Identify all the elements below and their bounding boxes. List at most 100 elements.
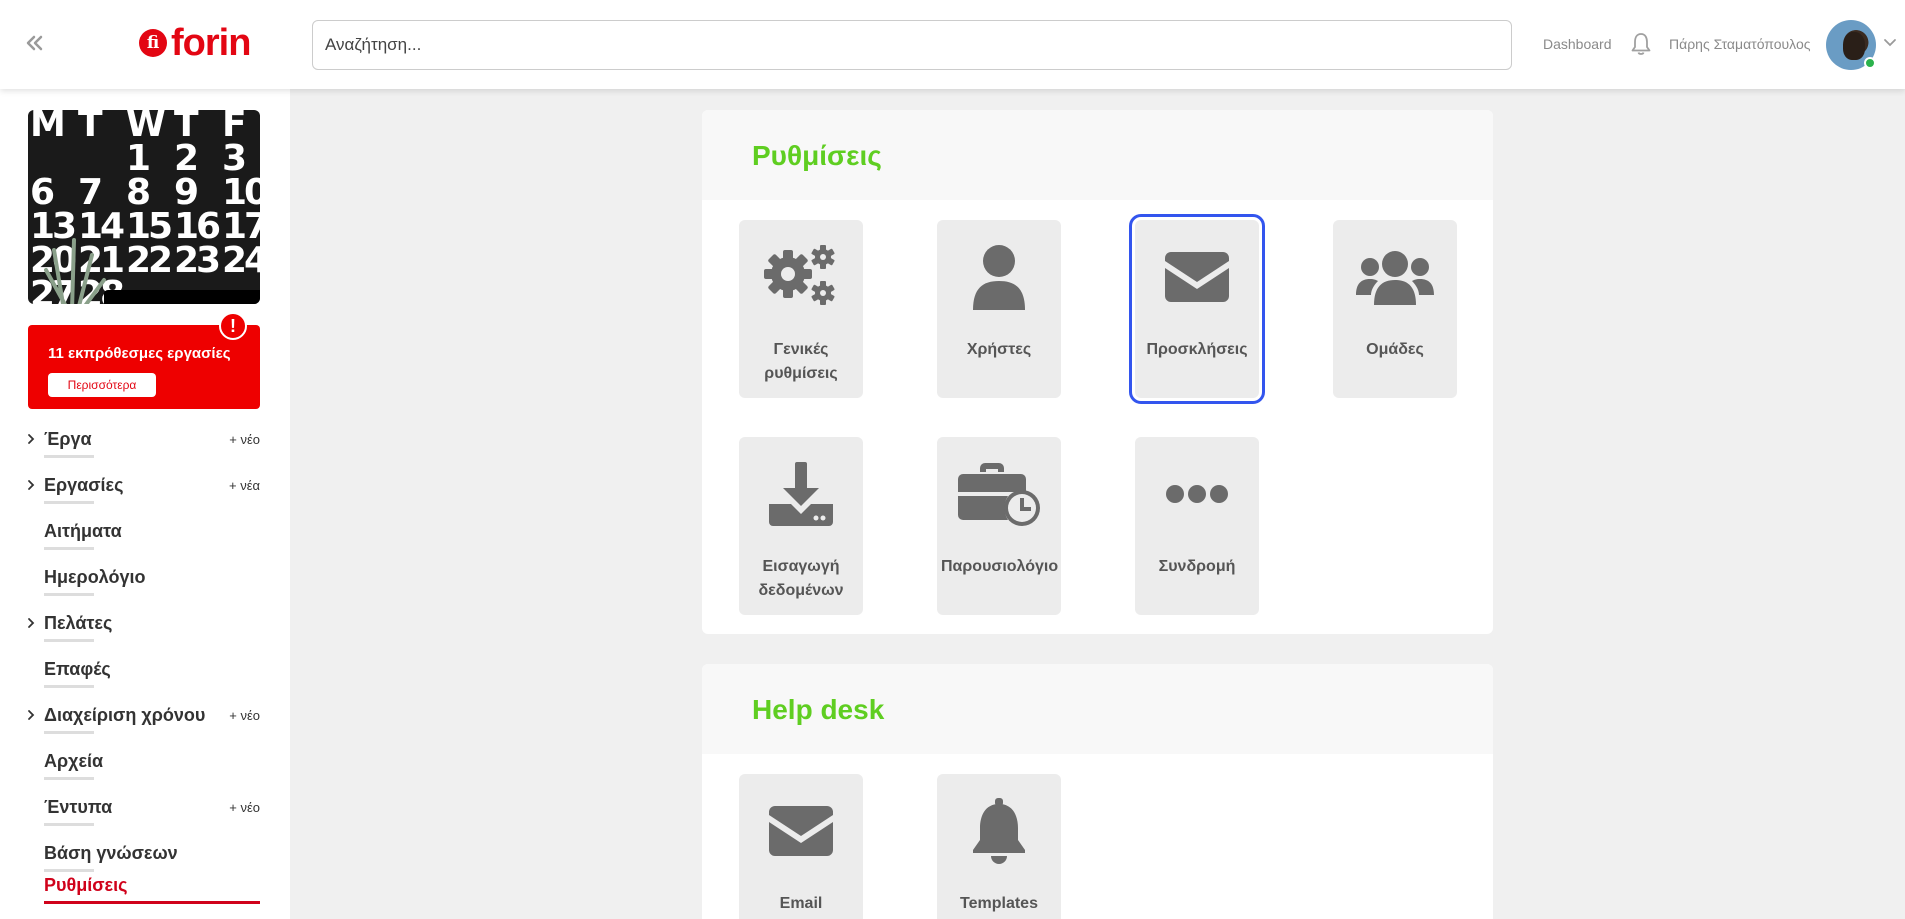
more-button[interactable]: Περισσότερα bbox=[48, 373, 156, 397]
calendar-date: 16 bbox=[174, 206, 221, 247]
sidebar-item[interactable]: Έντυπα + νέο bbox=[0, 793, 290, 831]
sidebar-item-label: Επαφές bbox=[44, 659, 111, 679]
sidebar-item-underline bbox=[44, 547, 94, 550]
briefcase-clock-icon bbox=[937, 459, 1061, 529]
settings-tile[interactable]: Εισαγωγή δεδομένων bbox=[739, 437, 863, 615]
user-icon bbox=[937, 242, 1061, 312]
sidebar-item-underline bbox=[44, 501, 94, 504]
settings-panel: Ρυθμίσεις Γενικές ρυθμίσεις Χρήστες Προσκλ… bbox=[702, 110, 1493, 634]
sidebar-item-label: Έργα bbox=[44, 429, 92, 449]
sidebar-item-label: Ημερολόγιο bbox=[44, 567, 146, 587]
sidebar-item-underline bbox=[44, 823, 94, 826]
chevron-right-icon[interactable] bbox=[26, 479, 36, 491]
add-new-link[interactable]: + νέο bbox=[229, 800, 260, 815]
bell-icon[interactable] bbox=[1629, 31, 1653, 57]
sidebar-item-label: Εργασίες bbox=[44, 475, 124, 495]
dashboard-link[interactable]: Dashboard bbox=[1543, 36, 1612, 52]
bell-icon bbox=[937, 796, 1061, 866]
envelope-icon bbox=[1135, 242, 1259, 312]
tile-label: Συνδρομή bbox=[1158, 558, 1236, 575]
sidebar-item-label: Βάση γνώσεων bbox=[44, 843, 178, 863]
calendar-date: 7 bbox=[78, 172, 103, 213]
tile-label: Γενικές ρυθμίσεις bbox=[764, 341, 838, 382]
tile-label: Παρουσιολόγιο bbox=[941, 558, 1059, 575]
calendar-date: 2 bbox=[174, 138, 199, 179]
calendar-date: 1 bbox=[126, 138, 151, 179]
settings-tile[interactable]: Γενικές ρυθμίσεις bbox=[739, 220, 863, 398]
logo-mark: fi bbox=[139, 29, 167, 57]
sidebar-item[interactable]: Ημερολόγιο bbox=[0, 563, 290, 601]
gears-icon bbox=[739, 242, 863, 312]
calendar-date: 24 bbox=[222, 240, 260, 281]
overdue-alert-text: 11 εκπρόθεσμες εργασίες bbox=[48, 345, 231, 362]
ellipsis-icon bbox=[1135, 459, 1259, 529]
sidebar-item[interactable]: Αρχεία bbox=[0, 747, 290, 785]
chevron-right-icon[interactable] bbox=[26, 433, 36, 445]
users-icon bbox=[1333, 242, 1457, 312]
avatar[interactable] bbox=[1826, 20, 1876, 70]
settings-tile[interactable]: Χρήστες bbox=[937, 220, 1061, 398]
helpdesk-panel-title: Help desk bbox=[752, 694, 885, 725]
tile-label: Email bbox=[779, 895, 823, 912]
tile-label: Ομάδες bbox=[1366, 341, 1424, 358]
sidebar-item-underline bbox=[44, 901, 260, 904]
calendar-date: 15 bbox=[126, 206, 173, 247]
calendar-date: 8 bbox=[126, 172, 151, 213]
sidebar-item-label: Πελάτες bbox=[44, 613, 113, 633]
tile-label: Templates bbox=[960, 895, 1038, 912]
calendar-date bbox=[78, 142, 126, 176]
tile-label: Εισαγωγή δεδομένων bbox=[758, 558, 844, 599]
sidebar-item[interactable]: Εργασίες + νέα bbox=[0, 471, 290, 509]
helpdesk-panel: Help desk Email Templates bbox=[702, 664, 1493, 919]
alert-badge-icon: ! bbox=[219, 312, 247, 340]
sidebar-item-underline bbox=[44, 455, 94, 458]
sidebar-item[interactable]: Πελάτες bbox=[0, 609, 290, 647]
search-input[interactable] bbox=[312, 20, 1512, 70]
sidebar-item-underline bbox=[44, 685, 94, 688]
sidebar-item-label: Αιτήματα bbox=[44, 521, 122, 541]
settings-tile[interactable]: Παρουσιολόγιο bbox=[937, 437, 1061, 615]
calendar-shadow bbox=[104, 290, 260, 304]
add-new-link[interactable]: + νέο bbox=[229, 432, 260, 447]
sidebar: M T W T F 1 2 3 6 7 8 9 10 13 14 15 16 17 20 21 22 23 24 27 28 1… bbox=[0, 89, 290, 919]
user-name[interactable]: Πάρης Σταματόπουλος bbox=[1669, 36, 1811, 52]
sidebar-item-underline bbox=[44, 593, 94, 596]
chevron-right-icon[interactable] bbox=[26, 617, 36, 629]
settings-panel-title: Ρυθμίσεις bbox=[752, 140, 882, 171]
logo[interactable]: fi forin bbox=[139, 22, 251, 64]
calendar-day-header: T bbox=[78, 110, 103, 145]
double-chevron-left-icon[interactable] bbox=[21, 30, 47, 56]
chevron-down-icon[interactable] bbox=[1883, 36, 1897, 50]
sidebar-item-label: Έντυπα bbox=[44, 797, 113, 817]
calendar-date: 6 bbox=[30, 172, 55, 213]
settings-tile[interactable]: Ομάδες bbox=[1333, 220, 1457, 398]
sidebar-item-label: Ρυθμίσεις bbox=[44, 875, 128, 895]
sidebar-item[interactable]: Έργα + νέο bbox=[0, 425, 290, 463]
calendar-date: 10 bbox=[222, 172, 260, 213]
sidebar-item[interactable]: Διαχείριση χρόνου + νέο bbox=[0, 701, 290, 739]
settings-tile[interactable]: Προσκλήσεις bbox=[1129, 214, 1265, 404]
top-header: fi forin Dashboard Πάρης Σταματόπουλος bbox=[0, 0, 1905, 89]
settings-tile[interactable]: Email bbox=[739, 774, 863, 919]
sidebar-item-underline bbox=[44, 731, 94, 734]
calendar-date: 9 bbox=[174, 172, 199, 213]
avatar-face bbox=[1843, 32, 1865, 60]
chevron-right-icon[interactable] bbox=[26, 709, 36, 721]
settings-tile[interactable]: Συνδρομή bbox=[1135, 437, 1259, 615]
sidebar-item[interactable]: Επαφές bbox=[0, 655, 290, 693]
envelope-icon bbox=[739, 796, 863, 866]
add-new-link[interactable]: + νέα bbox=[229, 478, 260, 493]
calendar-date: 3 bbox=[222, 138, 247, 179]
sidebar-item[interactable]: Ρυθμίσεις bbox=[0, 871, 290, 909]
calendar-date bbox=[30, 142, 78, 176]
online-status-dot bbox=[1864, 57, 1876, 69]
sidebar-item-label: Διαχείριση χρόνου bbox=[44, 705, 206, 725]
add-new-link[interactable]: + νέο bbox=[229, 708, 260, 723]
sidebar-item[interactable]: Αιτήματα bbox=[0, 517, 290, 555]
sidebar-item-underline bbox=[44, 639, 94, 642]
logo-text: forin bbox=[171, 22, 251, 64]
sidebar-item-underline bbox=[44, 777, 94, 780]
calendar-image: M T W T F 1 2 3 6 7 8 9 10 13 14 15 16 17 20 21 22 23 24 27 28 bbox=[28, 110, 260, 304]
settings-tile[interactable]: Templates bbox=[937, 774, 1061, 919]
helpdesk-panel-header: Help desk bbox=[702, 664, 1493, 754]
